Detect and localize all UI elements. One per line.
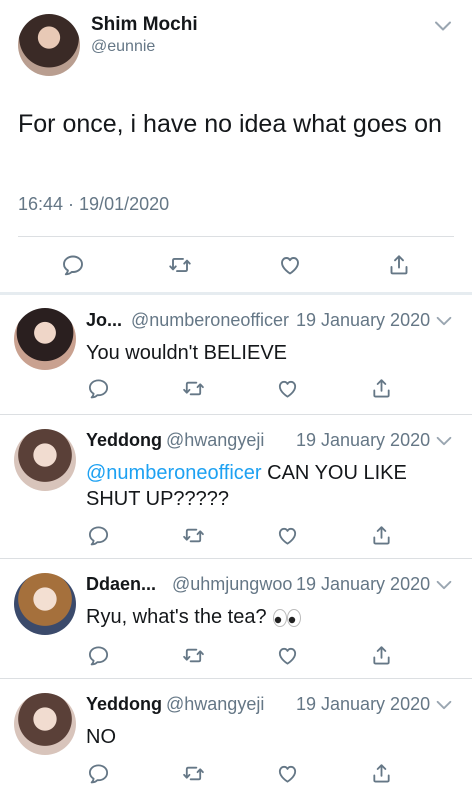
reply-tweet[interactable]: Jo... @numberoneofficer 19 January 2020 …	[0, 296, 472, 414]
tweet-text: NO	[86, 726, 116, 748]
retweet-button[interactable]	[179, 374, 207, 402]
retweet-button[interactable]	[166, 251, 194, 279]
tweet-date: 19 January 2020	[296, 430, 431, 450]
comment-icon	[61, 253, 85, 277]
author-handle[interactable]: @hwangyeji	[166, 430, 264, 451]
like-button[interactable]	[273, 641, 301, 669]
author-name[interactable]: Shim Mochi	[91, 14, 198, 36]
eyes-emoji-icon	[273, 608, 302, 627]
avatar[interactable]	[14, 573, 76, 635]
share-button[interactable]	[367, 759, 395, 787]
retweet-icon	[182, 377, 205, 400]
like-icon	[276, 644, 299, 667]
like-button[interactable]	[273, 759, 301, 787]
retweet-icon	[182, 644, 205, 667]
like-icon	[276, 762, 299, 785]
author-handle[interactable]: @eunnie	[91, 38, 155, 56]
share-icon	[370, 524, 393, 547]
author-name[interactable]: Yeddong	[86, 430, 162, 451]
comment-button[interactable]	[84, 759, 112, 787]
retweet-icon	[168, 253, 192, 277]
retweet-icon	[182, 762, 205, 785]
retweet-button[interactable]	[179, 521, 207, 549]
divider	[18, 236, 454, 237]
like-icon	[276, 524, 299, 547]
author-handle[interactable]: @hwangyeji	[166, 694, 264, 715]
avatar[interactable]	[14, 693, 76, 755]
tweet-text: For once, i have no idea what goes on	[18, 110, 442, 138]
comment-button[interactable]	[59, 251, 87, 279]
author-handle[interactable]: @uhmjungwoo	[172, 574, 292, 595]
chevron-down-icon[interactable]	[433, 694, 455, 716]
mention-link[interactable]: @numberoneofficer	[86, 462, 262, 484]
like-button[interactable]	[273, 374, 301, 402]
retweet-icon	[182, 524, 205, 547]
comment-icon	[87, 762, 110, 785]
chevron-down-icon[interactable]	[433, 430, 455, 452]
retweet-button[interactable]	[179, 641, 207, 669]
share-button[interactable]	[385, 251, 413, 279]
reply-tweet[interactable]: Yeddong @hwangyeji 19 January 2020 @numb…	[0, 415, 472, 558]
comment-button[interactable]	[84, 521, 112, 549]
divider	[0, 292, 472, 295]
chevron-down-icon[interactable]	[431, 14, 455, 38]
comment-icon	[87, 644, 110, 667]
reply-tweet[interactable]: Ddaen... @uhmjungwoo 19 January 2020 Ryu…	[0, 559, 472, 678]
comment-icon	[87, 377, 110, 400]
chevron-down-icon[interactable]	[433, 310, 455, 332]
comment-button[interactable]	[84, 374, 112, 402]
share-icon	[387, 253, 411, 277]
avatar[interactable]	[14, 429, 76, 491]
share-icon	[370, 644, 393, 667]
tweet-date: 19 January 2020	[296, 310, 431, 330]
share-icon	[370, 377, 393, 400]
comment-icon	[87, 524, 110, 547]
tweet-text: Ryu, what's the tea?	[86, 604, 302, 630]
like-icon	[276, 377, 299, 400]
like-button[interactable]	[273, 521, 301, 549]
like-icon	[278, 253, 302, 277]
tweet-text-content: Ryu, what's the tea?	[86, 606, 267, 628]
author-name[interactable]: Ddaen...	[86, 574, 156, 595]
avatar[interactable]	[14, 308, 76, 370]
author-name[interactable]: Jo...	[86, 310, 122, 331]
chevron-down-icon[interactable]	[433, 574, 455, 596]
avatar[interactable]	[18, 14, 80, 76]
share-button[interactable]	[367, 374, 395, 402]
share-button[interactable]	[367, 641, 395, 669]
reply-tweet[interactable]: Yeddong @hwangyeji 19 January 2020 NO	[0, 679, 472, 800]
share-button[interactable]	[367, 521, 395, 549]
share-icon	[370, 762, 393, 785]
retweet-button[interactable]	[179, 759, 207, 787]
tweet-date: 19 January 2020	[296, 694, 431, 714]
like-button[interactable]	[276, 251, 304, 279]
comment-button[interactable]	[84, 641, 112, 669]
author-handle[interactable]: @numberoneofficer	[131, 310, 289, 331]
author-name[interactable]: Yeddong	[86, 694, 162, 715]
tweet-text: You wouldn't BELIEVE	[86, 342, 287, 364]
tweet-text: @numberoneofficer CAN YOU LIKE SHUT UP??…	[86, 460, 446, 512]
tweet-date: 19 January 2020	[296, 574, 431, 594]
tweet-timestamp: 16:44 · 19/01/2020	[18, 194, 170, 214]
